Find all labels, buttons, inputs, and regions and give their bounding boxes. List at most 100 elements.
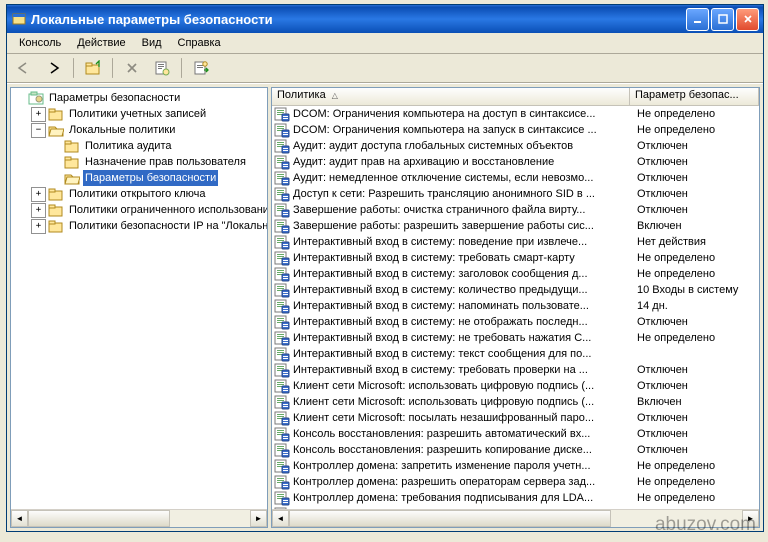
policy-name: Аудит: аудит доступа глобальных системны… — [293, 140, 573, 152]
minimize-button[interactable] — [686, 8, 709, 31]
policy-row[interactable]: Интерактивный вход в систему: текст сооб… — [272, 346, 759, 362]
policy-name: Аудит: немедленное отключение системы, е… — [293, 172, 593, 184]
close-button[interactable] — [736, 8, 759, 31]
policy-row[interactable]: Контроллер домена: разрешить операторам … — [272, 474, 759, 490]
tree-software-restriction[interactable]: + Политики ограниченного использования п… — [13, 202, 267, 218]
policy-row[interactable]: Аудит: аудит доступа глобальных системны… — [272, 138, 759, 154]
policy-value: Не определено — [633, 252, 759, 264]
menu-console[interactable]: Консоль — [11, 35, 69, 51]
policy-row[interactable]: Интерактивный вход в систему: заголовок … — [272, 266, 759, 282]
policy-row[interactable]: Аудит: немедленное отключение системы, е… — [272, 170, 759, 186]
tree-user-rights[interactable]: Назначение прав пользователя — [13, 154, 267, 170]
tree-public-key[interactable]: + Политики открытого ключа — [13, 186, 267, 202]
tree-root[interactable]: Параметры безопасности — [13, 90, 267, 106]
policy-name: DCOM: Ограничения компьютера на запуск в… — [293, 124, 597, 136]
policy-row[interactable]: Консоль восстановления: разрешить автома… — [272, 426, 759, 442]
scroll-left-button[interactable]: ◄ — [272, 510, 289, 527]
scroll-thumb[interactable] — [28, 510, 170, 527]
policy-value: Включен — [633, 220, 759, 232]
policy-value: 10 Входы в систему — [633, 284, 759, 296]
delete-button[interactable] — [119, 56, 145, 80]
policy-name: Аудит: аудит прав на архивацию и восстан… — [293, 156, 554, 168]
menu-view[interactable]: Вид — [134, 35, 170, 51]
policy-row[interactable]: Интерактивный вход в систему: требовать … — [272, 250, 759, 266]
policy-value: Не определено — [633, 268, 759, 280]
scroll-track[interactable] — [289, 510, 742, 527]
policy-name: Интерактивный вход в систему: требовать … — [293, 252, 575, 264]
expand-icon[interactable]: + — [31, 187, 46, 202]
maximize-button[interactable] — [711, 8, 734, 31]
policy-name: Интерактивный вход в систему: требовать … — [293, 364, 588, 376]
tree-pane[interactable]: Параметры безопасности + Политики учетны… — [10, 87, 268, 528]
scroll-right-button[interactable]: ► — [250, 510, 267, 527]
policy-row[interactable]: Доступ к сети: Разрешить трансляцию анон… — [272, 186, 759, 202]
policy-name: Доступ к сети: Разрешить трансляцию анон… — [293, 188, 595, 200]
back-button[interactable] — [11, 56, 37, 80]
title-bar[interactable]: Локальные параметры безопасности — [7, 5, 763, 33]
tree-local-policies[interactable]: − Локальные политики — [13, 122, 267, 138]
policy-row[interactable]: Контроллер домена: требования подписыван… — [272, 490, 759, 506]
export-list-button[interactable] — [188, 56, 214, 80]
policy-row[interactable]: Интерактивный вход в систему: количество… — [272, 282, 759, 298]
up-button[interactable] — [80, 56, 106, 80]
tree-account-policies[interactable]: + Политики учетных записей — [13, 106, 267, 122]
policy-name: Завершение работы: очистка страничного ф… — [293, 204, 585, 216]
policy-name: Интерактивный вход в систему: напоминать… — [293, 300, 589, 312]
expand-icon[interactable]: + — [31, 219, 46, 234]
client-area: Параметры безопасности + Политики учетны… — [7, 83, 763, 531]
policy-value: Отключен — [633, 380, 759, 392]
tree-audit-policy[interactable]: Политика аудита — [13, 138, 267, 154]
scroll-right-button[interactable]: ► — [742, 510, 759, 527]
policy-row[interactable]: Интерактивный вход в систему: требовать … — [272, 362, 759, 378]
policy-row[interactable]: Аудит: аудит прав на архивацию и восстан… — [272, 154, 759, 170]
policy-row[interactable]: Интерактивный вход в систему: поведение … — [272, 234, 759, 250]
policy-row[interactable]: DCOM: Ограничения компьютера на запуск в… — [272, 122, 759, 138]
policy-row[interactable]: Консоль восстановления: разрешить копиро… — [272, 442, 759, 458]
toolbar-separator — [112, 58, 113, 78]
column-setting[interactable]: Параметр безопас... — [630, 88, 759, 105]
collapse-icon[interactable]: − — [31, 123, 46, 138]
policy-name: Контроллер домена: разрешить операторам … — [293, 476, 595, 488]
tree-ipsec[interactable]: + Политики безопасности IP на "Локальный… — [13, 218, 267, 234]
policy-row[interactable]: Завершение работы: очистка страничного ф… — [272, 202, 759, 218]
policy-name: Консоль восстановления: разрешить копиро… — [293, 444, 592, 456]
policy-value: Отключен — [633, 364, 759, 376]
policy-name: DCOM: Ограничения компьютера на доступ в… — [293, 108, 595, 120]
menu-help[interactable]: Справка — [170, 35, 229, 51]
policy-row[interactable]: Интерактивный вход в систему: не требова… — [272, 330, 759, 346]
expand-icon[interactable]: + — [31, 203, 46, 218]
expand-icon[interactable]: + — [31, 107, 46, 122]
scroll-thumb[interactable] — [289, 510, 611, 527]
scroll-left-button[interactable]: ◄ — [11, 510, 28, 527]
policy-row[interactable]: Завершение работы: разрешить завершение … — [272, 218, 759, 234]
policy-row[interactable]: Клиент сети Microsoft: посылать незашифр… — [272, 410, 759, 426]
policy-row[interactable]: DCOM: Ограничения компьютера на доступ в… — [272, 106, 759, 122]
forward-button[interactable] — [41, 56, 67, 80]
policy-value: Отключен — [633, 172, 759, 184]
policy-value: Не определено — [633, 332, 759, 344]
policy-value: Отключен — [633, 428, 759, 440]
policy-value: Отключен — [633, 204, 759, 216]
menu-action[interactable]: Действие — [69, 35, 133, 51]
toolbar-separator — [73, 58, 74, 78]
list-body[interactable]: DCOM: Ограничения компьютера на доступ в… — [272, 106, 759, 509]
policy-value: 14 дн. — [633, 300, 759, 312]
column-policy[interactable]: Политика△ — [272, 88, 630, 105]
policy-row[interactable]: Клиент сети Microsoft: использовать цифр… — [272, 394, 759, 410]
tree-security-options[interactable]: Параметры безопасности — [13, 170, 267, 186]
policy-name: Интерактивный вход в систему: количество… — [293, 284, 588, 296]
policy-row[interactable]: Интерактивный вход в систему: не отображ… — [272, 314, 759, 330]
policy-name: Контроллер домена: требования подписыван… — [293, 492, 593, 504]
policy-value: Отключен — [633, 412, 759, 424]
scroll-track[interactable] — [28, 510, 250, 527]
policy-row[interactable]: Интерактивный вход в систему: напоминать… — [272, 298, 759, 314]
policy-name: Консоль восстановления: разрешить автома… — [293, 428, 590, 440]
policy-value: Включен — [633, 396, 759, 408]
policy-value: Отключен — [633, 140, 759, 152]
policy-row[interactable]: Клиент сети Microsoft: использовать цифр… — [272, 378, 759, 394]
policy-row[interactable]: Контроллер домена: запретить изменение п… — [272, 458, 759, 474]
toolbar — [7, 54, 763, 83]
policy-value: Отключен — [633, 444, 759, 456]
properties-button[interactable] — [149, 56, 175, 80]
policy-value: Не определено — [633, 492, 759, 504]
